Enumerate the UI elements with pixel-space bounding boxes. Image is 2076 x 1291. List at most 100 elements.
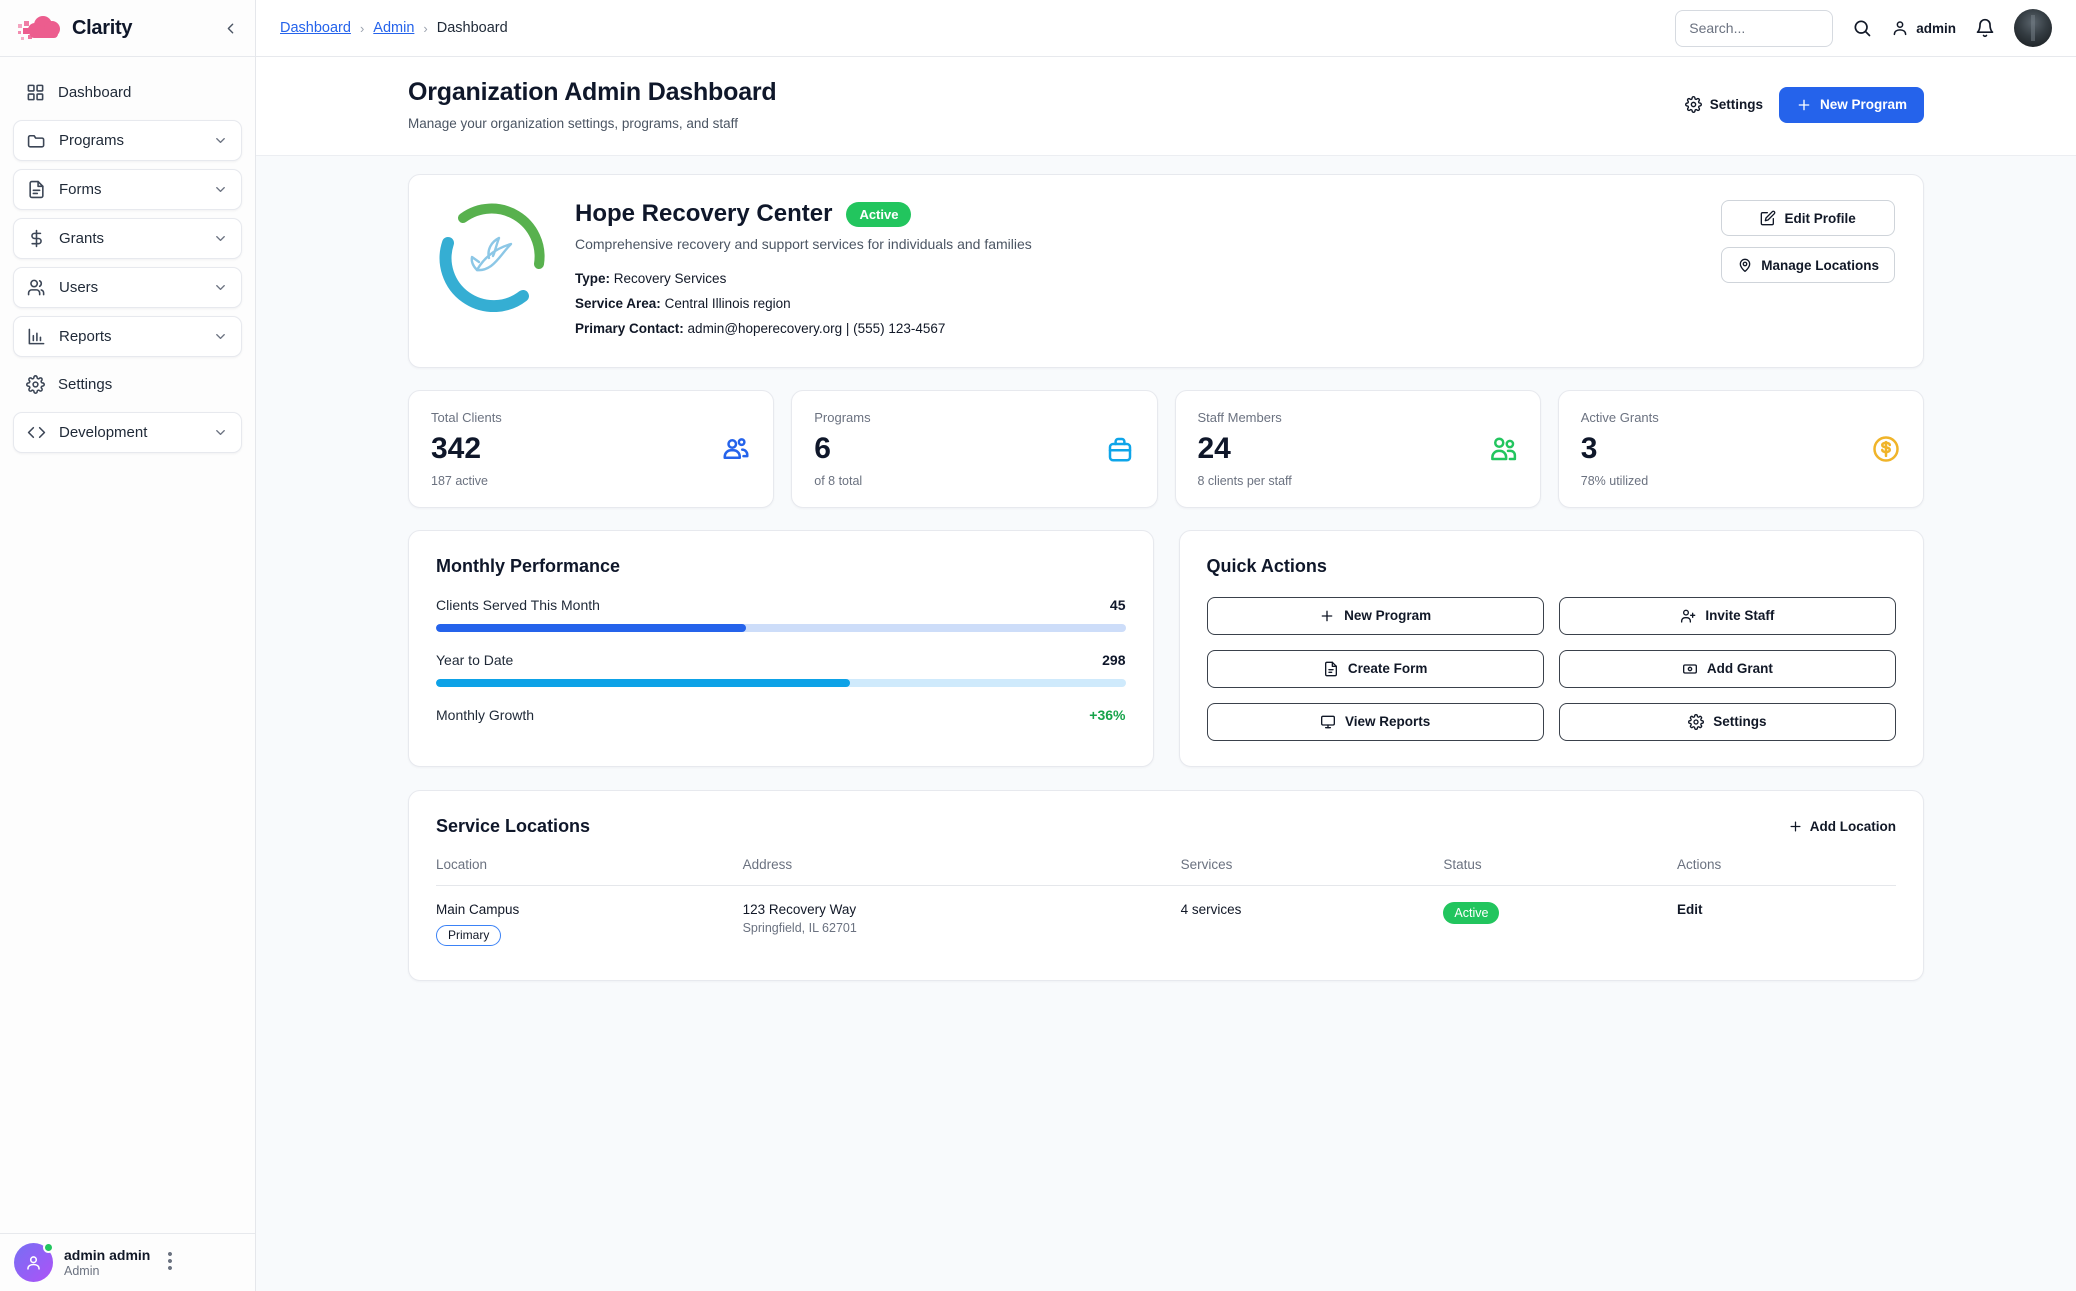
progress-track-year-to-date xyxy=(436,679,1126,687)
sidebar-item-reports[interactable]: Reports xyxy=(13,316,242,357)
notifications-button[interactable] xyxy=(1975,18,1995,38)
location-name: Main Campus xyxy=(436,902,743,917)
stat-label: Programs xyxy=(814,410,1134,425)
user-menu-button[interactable]: ••• xyxy=(167,1252,172,1272)
chevron-down-icon xyxy=(213,425,228,440)
progress-track-clients-month xyxy=(436,624,1126,632)
manage-locations-label: Manage Locations xyxy=(1761,258,1879,273)
search-button[interactable] xyxy=(1852,18,1872,38)
breadcrumb-link-admin[interactable]: Admin xyxy=(373,20,414,36)
user-plus-icon xyxy=(1680,608,1696,624)
organization-logo xyxy=(437,200,549,312)
sidebar-item-development[interactable]: Development xyxy=(13,412,242,453)
edit-profile-label: Edit Profile xyxy=(1784,211,1855,226)
quick-action-new-program[interactable]: New Program xyxy=(1207,597,1544,635)
quick-action-label: New Program xyxy=(1344,608,1431,623)
add-location-label: Add Location xyxy=(1810,819,1896,834)
quick-action-label: Create Form xyxy=(1348,661,1428,676)
map-pin-icon xyxy=(1737,257,1753,273)
sidebar-item-label: Programs xyxy=(59,132,124,149)
page-title: Organization Admin Dashboard xyxy=(408,78,777,107)
organization-status-badge: Active xyxy=(846,202,911,227)
stat-sub: 8 clients per staff xyxy=(1198,474,1518,488)
quick-action-label: Invite Staff xyxy=(1705,608,1774,623)
settings-button-label: Settings xyxy=(1710,97,1763,112)
breadcrumb-link-dashboard[interactable]: Dashboard xyxy=(280,20,351,36)
edit-icon xyxy=(1760,210,1776,226)
manage-locations-button[interactable]: Manage Locations xyxy=(1721,247,1895,283)
page-content: Hope Recovery Center Active Comprehensiv… xyxy=(256,156,2076,1291)
sidebar-item-label: Settings xyxy=(58,376,112,393)
edit-profile-button[interactable]: Edit Profile xyxy=(1721,200,1895,236)
stat-sub: 187 active xyxy=(431,474,751,488)
column-header-services: Services xyxy=(1181,857,1444,886)
profile-avatar[interactable] xyxy=(2014,9,2052,47)
quick-action-invite-staff[interactable]: Invite Staff xyxy=(1559,597,1896,635)
quick-action-view-reports[interactable]: View Reports xyxy=(1207,703,1544,741)
quick-action-create-form[interactable]: Create Form xyxy=(1207,650,1544,688)
location-address-line2: Springfield, IL 62701 xyxy=(743,921,1181,935)
monitor-icon xyxy=(1320,714,1336,730)
primary-badge: Primary xyxy=(436,925,501,946)
sidebar-item-users[interactable]: Users xyxy=(13,267,242,308)
organization-description: Comprehensive recovery and support servi… xyxy=(575,236,1032,252)
plus-icon xyxy=(1796,97,1812,113)
chevron-down-icon xyxy=(213,182,228,197)
stat-sub: of 8 total xyxy=(814,474,1134,488)
sidebar-item-label: Users xyxy=(59,279,98,296)
sidebar-item-programs[interactable]: Programs xyxy=(13,120,242,161)
progress-fill-clients-month xyxy=(436,624,746,632)
column-header-status: Status xyxy=(1443,857,1677,886)
page-header: Organization Admin Dashboard Manage your… xyxy=(256,57,2076,156)
column-header-address: Address xyxy=(743,857,1181,886)
search-icon xyxy=(1852,18,1872,38)
stat-value: 3 xyxy=(1581,432,1901,466)
search-input[interactable] xyxy=(1675,10,1833,47)
sidebar-item-grants[interactable]: Grants xyxy=(13,218,242,259)
sidebar-item-dashboard[interactable]: Dashboard xyxy=(13,73,242,112)
sidebar-item-label: Dashboard xyxy=(58,84,131,101)
plus-icon xyxy=(1788,819,1803,834)
sidebar-collapse-button[interactable] xyxy=(222,20,239,37)
sidebar-item-settings[interactable]: Settings xyxy=(13,365,242,404)
stat-card-staff-members: Staff Members 24 8 clients per staff xyxy=(1175,390,1541,508)
stat-label: Total Clients xyxy=(431,410,751,425)
stat-value: 6 xyxy=(814,432,1134,466)
perf-row-value: 45 xyxy=(1110,597,1126,613)
location-edit-button[interactable]: Edit xyxy=(1677,902,1703,917)
plus-icon xyxy=(1319,608,1335,624)
sidebar-item-forms[interactable]: Forms xyxy=(13,169,242,210)
avatar xyxy=(14,1243,53,1282)
stats-row: Total Clients 342 187 active Programs 6 … xyxy=(408,390,1924,508)
stat-label: Active Grants xyxy=(1581,410,1901,425)
sidebar-item-label: Forms xyxy=(59,181,102,198)
topbar: Dashboard › Admin › Dashboard admin xyxy=(256,0,2076,57)
stat-card-active-grants: Active Grants 3 78% utilized xyxy=(1558,390,1924,508)
sidebar-header: Clarity xyxy=(0,0,255,57)
breadcrumb-separator: › xyxy=(360,21,364,36)
perf-row-label: Year to Date xyxy=(436,652,513,668)
add-location-button[interactable]: Add Location xyxy=(1788,819,1896,834)
progress-fill-year-to-date xyxy=(436,679,850,687)
chevron-down-icon xyxy=(213,231,228,246)
user-menu[interactable]: admin xyxy=(1891,19,1956,37)
clarity-logo-icon xyxy=(16,12,62,44)
sidebar-item-label: Grants xyxy=(59,230,104,247)
quick-action-label: View Reports xyxy=(1345,714,1430,729)
organization-name: Hope Recovery Center xyxy=(575,200,832,228)
chevron-down-icon xyxy=(213,329,228,344)
gear-icon xyxy=(26,375,45,394)
settings-button[interactable]: Settings xyxy=(1685,96,1763,113)
column-header-actions: Actions xyxy=(1677,857,1896,886)
quick-action-settings[interactable]: Settings xyxy=(1559,703,1896,741)
brand-name: Clarity xyxy=(72,17,132,40)
user-menu-label: admin xyxy=(1916,21,1956,36)
quick-action-add-grant[interactable]: Add Grant xyxy=(1559,650,1896,688)
grid-icon xyxy=(26,83,45,102)
org-service-area-label: Service Area: xyxy=(575,296,661,311)
code-icon xyxy=(27,423,46,442)
breadcrumb-current: Dashboard xyxy=(437,20,508,36)
chevron-down-icon xyxy=(213,280,228,295)
new-program-button[interactable]: New Program xyxy=(1779,87,1924,123)
sidebar-user-card[interactable]: admin admin Admin ••• xyxy=(0,1233,255,1291)
